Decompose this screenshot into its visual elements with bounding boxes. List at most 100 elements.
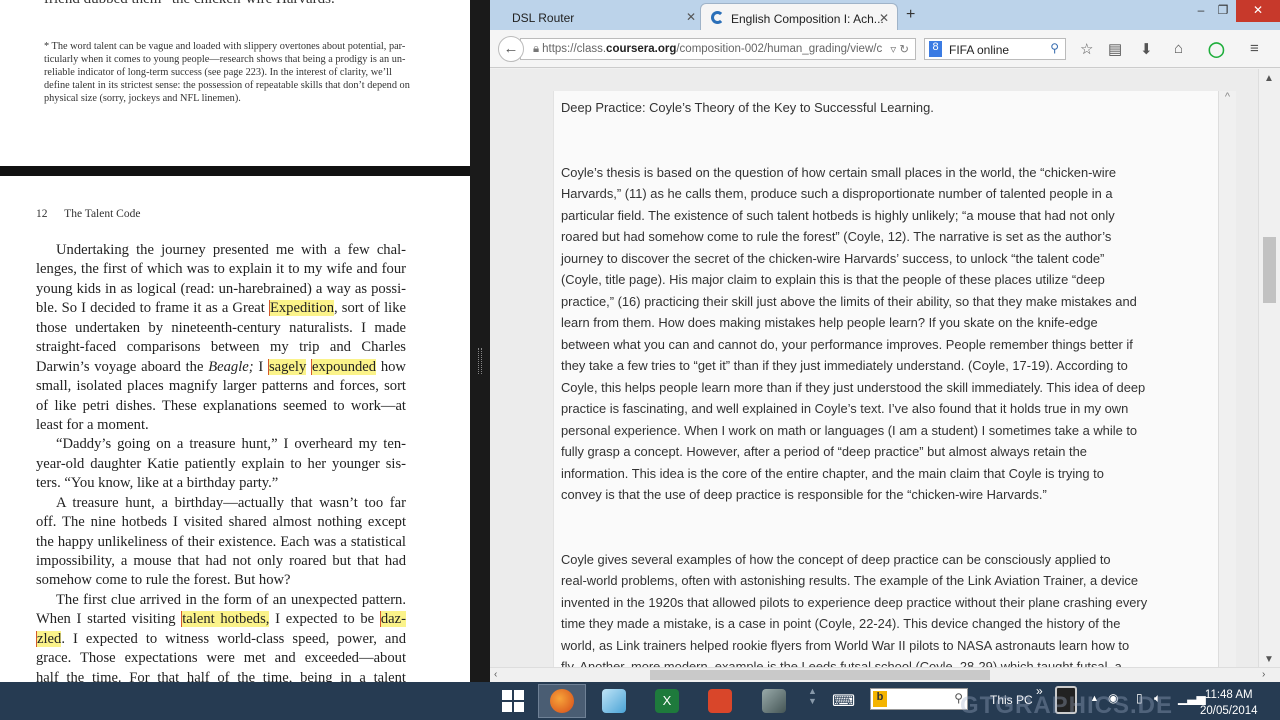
excel-icon: X [655,689,679,713]
text-segment: , sort of like [334,300,406,317]
book-line: half the time. For that half of the time… [36,669,406,682]
text-segment: of like petri dishes. These explanations… [36,397,406,414]
book-line: ters. “You know, like at a birthday part… [36,474,406,493]
book-line: The first clue arrived in the form of an… [36,591,406,610]
start-button[interactable] [489,684,537,718]
tab-dsl-router[interactable]: DSL Router ✕ [490,3,704,30]
reload-icon[interactable]: ↻ [899,44,909,56]
taskbar-scroll-icon[interactable]: ▲ ▼ [808,686,817,706]
menu-icon[interactable]: ≡ [1250,40,1259,57]
text-segment: When I started visiting [36,611,182,628]
text-segment: off. The nine hotbeds I visited shared a… [36,514,406,531]
new-tab-button[interactable]: + [906,6,915,24]
highlight[interactable]: sagely [267,358,307,375]
essay-scrollbar[interactable]: ^ [1218,91,1236,667]
highlight[interactable]: expounded [311,358,377,375]
text-segment: grace. Those expectations were met and e… [36,650,406,667]
keyboard-icon[interactable]: ⌨ [832,691,855,711]
taskbar-firefox[interactable] [538,684,586,718]
bookmark-star-icon[interactable]: ☆ [1080,40,1093,58]
essay-line: between what you can and cannot do, your… [561,336,1133,352]
essay-line: roared but had somehow come to rule the … [561,229,1112,244]
text-segment: . I expected to witness world-class spee… [61,630,406,647]
essay-line: fly. Another, more modern, example is th… [561,659,1122,667]
notepad-icon [602,689,626,713]
search-input[interactable]: 8 FIFA online ⚲ [924,38,1066,60]
text-segment: half the time. For that half of the time… [36,669,406,682]
essay-line: they take a few tries to “get it” than i… [561,358,1128,373]
minimize-button[interactable]: – [1190,0,1212,22]
book-line: A treasure hunt, a birthday—actually tha… [36,494,406,513]
home-icon[interactable]: ⌂ [1174,40,1183,57]
google-icon[interactable]: 8 [929,41,942,57]
footnote-line: * The word talent can be vague and loade… [44,41,406,52]
reading-list-icon[interactable]: ▤ [1108,40,1122,58]
scrollbar-thumb[interactable] [650,670,990,680]
essay-line: practice,” (16) practicing their skill j… [561,293,1137,309]
essay-line: Harvards,” (11) as he calls them, produc… [561,186,1113,201]
watermark: GTGRAPHICS.DE [960,692,1174,719]
essay-line: Coyle gives several examples of how the … [561,551,1111,567]
tab-label: DSL Router [512,11,575,25]
book-line: small, isolated places magnify larger pa… [36,377,406,396]
split-handle[interactable] [478,348,482,374]
coursera-icon [711,11,724,24]
scroll-left-icon[interactable]: ‹ [494,669,497,680]
essay-line: world, as Link trainers helped rookie fl… [561,637,1130,653]
url-path: /composition-002/human_grading/view/c [676,43,883,55]
book-text[interactable]: Undertaking the journey presented me wit… [36,241,406,682]
horizontal-scrollbar[interactable]: ‹ › [490,667,1280,682]
close-tab-icon[interactable]: ✕ [686,10,696,24]
search-icon[interactable]: ⚲ [1050,41,1059,55]
scrollbar-thumb[interactable] [1263,237,1276,303]
highlight[interactable]: talent hotbeds, [181,611,270,628]
footnote-line: ticularly when it comes to young people—… [44,54,406,65]
bing-icon: b [873,691,887,707]
back-button[interactable]: ← [498,36,524,62]
book-line: young kids in as logical (read: un-hareb… [36,280,406,299]
browser-window: DSL Router ✕ English Composition I: Ach.… [490,0,1280,682]
scroll-up-icon[interactable]: ▲ [1264,73,1274,84]
extension-icon[interactable]: ◯ [1208,40,1225,58]
scroll-right-icon[interactable]: › [1262,669,1265,680]
essay-line: invented in the 1920s that allowed pilot… [561,594,1148,610]
text-segment: Beagle; [208,358,254,375]
url-domain: coursera.org [606,43,677,55]
app-icon [762,689,786,713]
taskbar-search-input[interactable]: b ⚲ [870,688,968,710]
scroll-up-icon[interactable]: ^ [1225,91,1230,103]
url-bar[interactable]: 🔒︎ https://class.coursera.org/composition… [520,38,916,60]
essay-line: Coyle, this helps people learn more than… [561,379,1146,395]
taskbar-app[interactable] [750,684,798,718]
highlight[interactable]: Expedition [268,300,335,317]
text-segment: young kids in as logical (read: un-hareb… [36,280,406,297]
tab-english-composition[interactable]: English Composition I: Ach... ✕ [700,3,898,30]
clock[interactable]: 11:48 AM 20/05/2014 [1200,687,1258,719]
dropdown-icon[interactable]: ▿ [890,44,896,56]
highlight[interactable]: zled [36,630,62,647]
essay-box: Deep Practice: Coyle’s Theory of the Key… [553,91,1218,667]
essay-title: Deep Practice: Coyle’s Theory of the Key… [561,100,934,115]
taskbar-pdf-reader[interactable] [696,684,744,718]
scroll-down-icon[interactable]: ▼ [1264,654,1274,665]
text-segment: Undertaking the journey presented me wit… [56,242,406,258]
essay-text: Deep Practice: Coyle’s Theory of the Key… [561,97,1147,667]
book-line: Undertaking the journey presented me wit… [36,241,406,260]
text-segment: ble. So I decided to frame it as a Great [36,300,269,317]
book-line: impossibility, a mouse that had not only… [36,552,406,571]
highlight[interactable]: daz- [379,611,406,628]
close-window-button[interactable]: ✕ [1236,0,1280,22]
split-divider[interactable] [470,0,490,682]
close-tab-icon[interactable]: ✕ [879,11,889,25]
book-line: of like petri dishes. These explanations… [36,397,406,416]
essay-line: information. This idea is the core of th… [561,465,1104,481]
windows-icon [502,690,524,712]
taskbar-notepad[interactable] [590,684,638,718]
download-icon[interactable]: ⬇ [1140,40,1153,58]
text-segment: least for a moment. [36,416,149,433]
page-divider [0,166,470,176]
text-segment: I expected to be [269,611,380,628]
taskbar-excel[interactable]: X [643,684,691,718]
page-scrollbar[interactable]: ▲ ▼ [1258,69,1280,667]
maximize-button[interactable]: ❐ [1212,0,1234,22]
